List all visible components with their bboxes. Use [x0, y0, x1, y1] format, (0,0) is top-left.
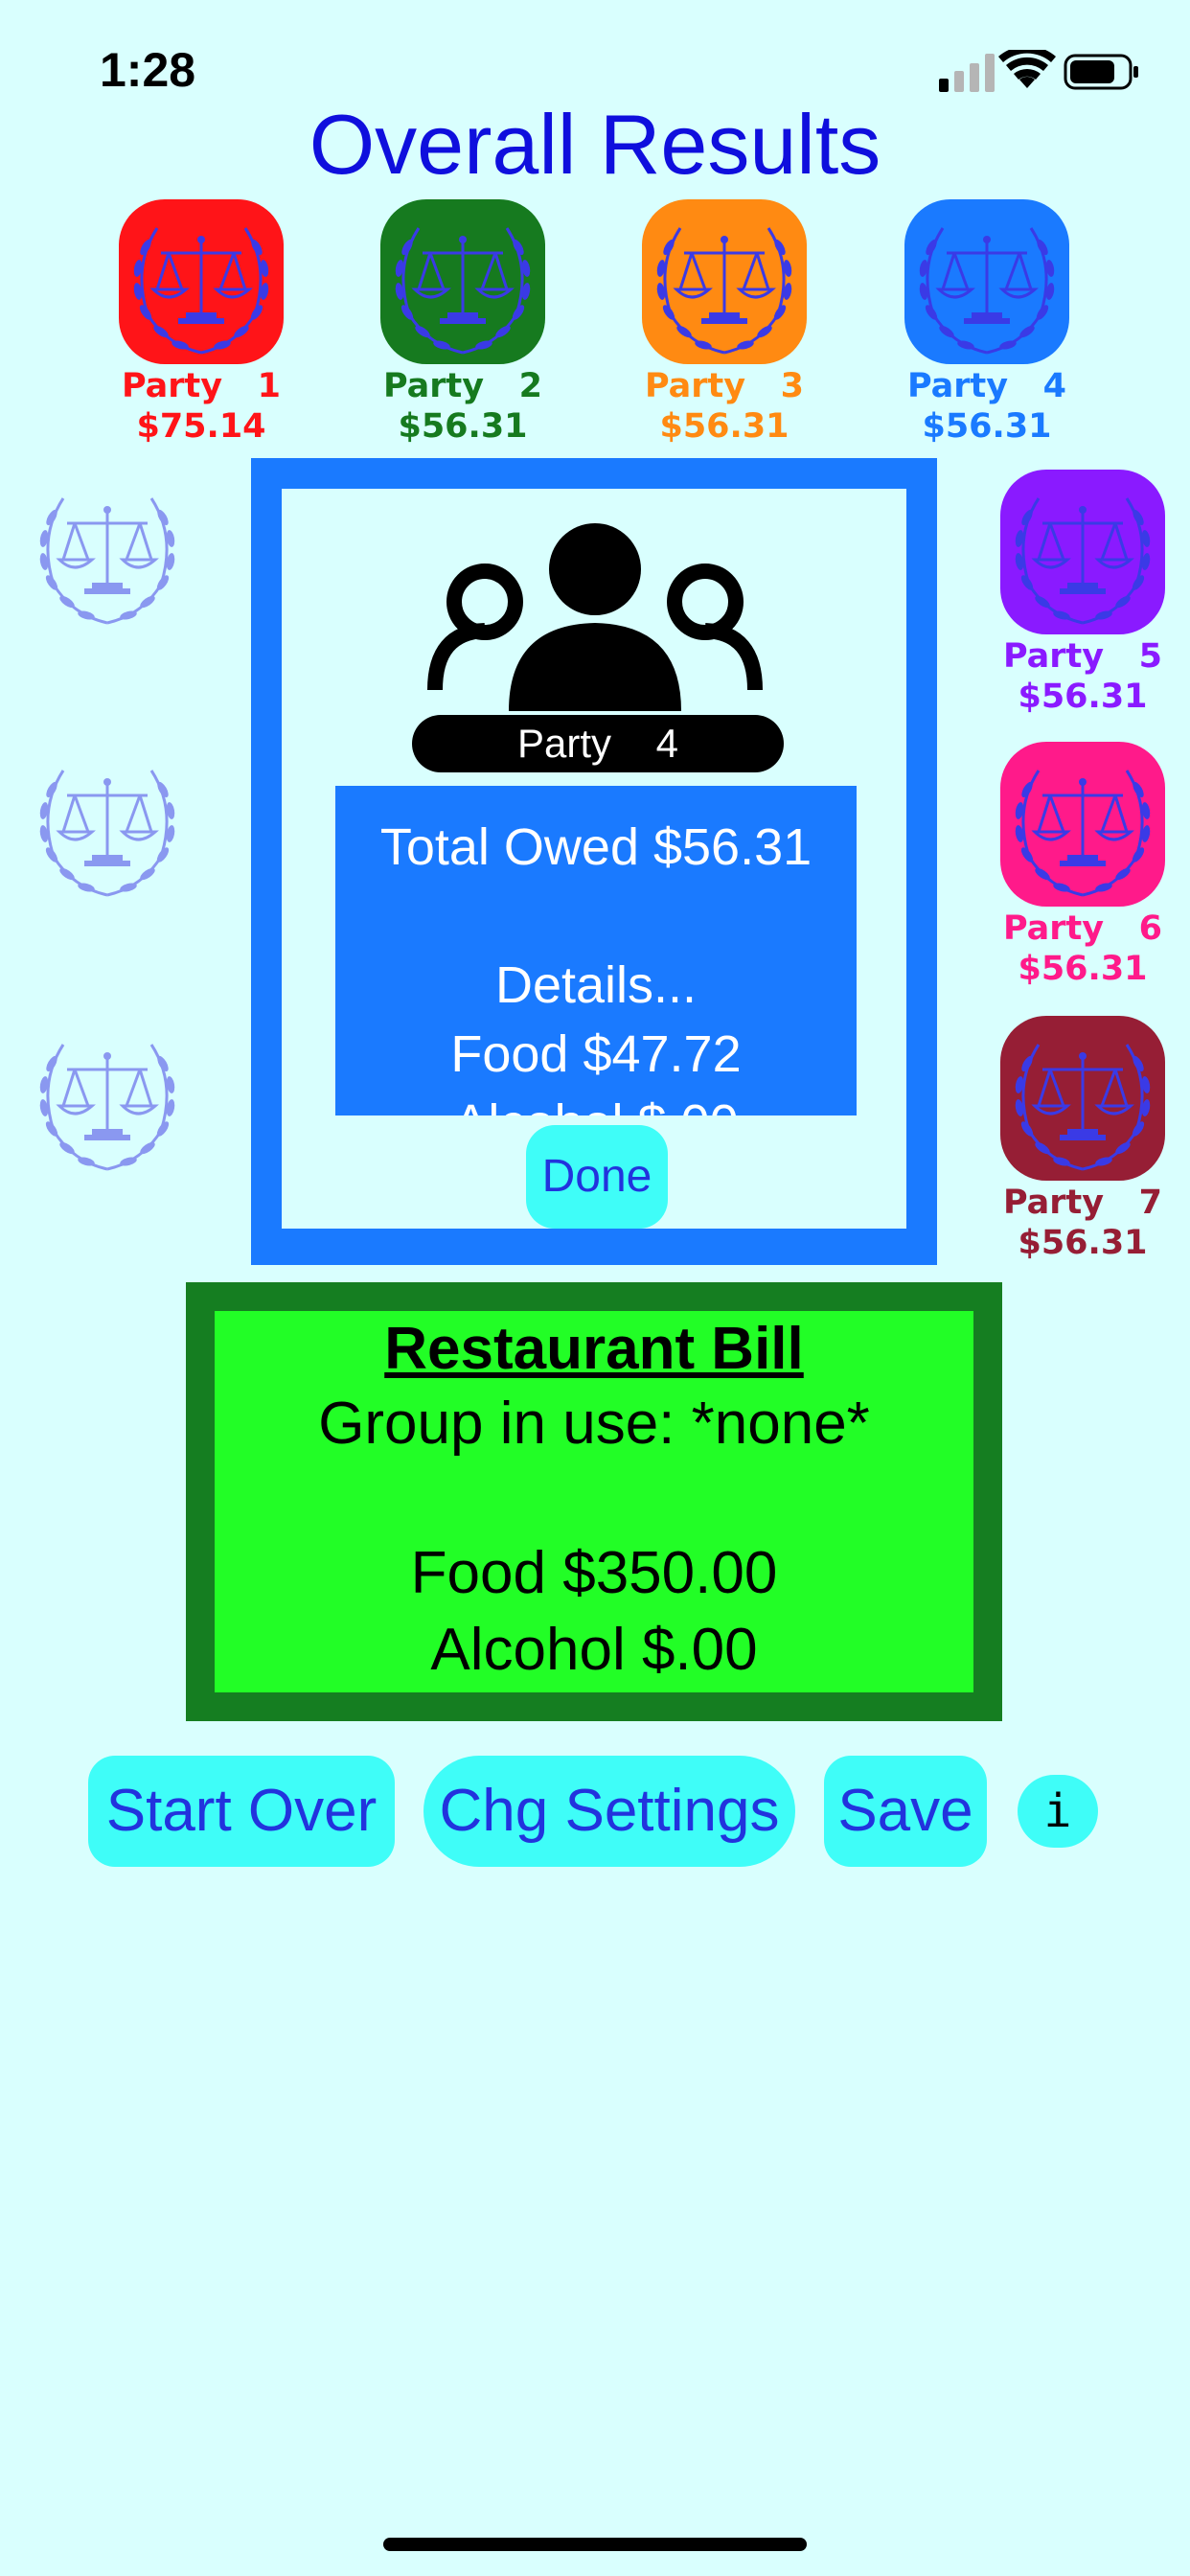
scales-icon: [1000, 742, 1165, 907]
status-time: 1:28: [100, 43, 196, 97]
scales-icon: [380, 199, 545, 364]
party-amount: $56.31: [659, 407, 790, 446]
bill-alcohol: Alcohol $.00: [430, 1617, 758, 1683]
party-5[interactable]: Party 5 $56.31: [977, 470, 1188, 717]
total-owed: Total Owed $56.31: [379, 818, 812, 876]
home-indicator[interactable]: [383, 2538, 807, 2551]
party-3[interactable]: Party 3 $56.31: [619, 199, 830, 447]
wifi-icon: [998, 45, 1056, 88]
empty-party-slot[interactable]: [2, 470, 213, 634]
party-name: Party 6: [1002, 909, 1163, 948]
party-amount: $75.14: [136, 407, 266, 446]
party-name: Party 1: [121, 367, 282, 405]
scales-icon: [25, 1016, 190, 1181]
party-4[interactable]: Party 4 $56.31: [881, 199, 1092, 447]
restaurant-bill-panel: Restaurant Bill Group in use: *none* Foo…: [186, 1282, 1002, 1721]
party-7[interactable]: Party 7 $56.31: [977, 1016, 1188, 1263]
scales-icon: [1000, 1016, 1165, 1181]
details-scroll-area[interactable]: Total Owed $56.31 Details... Food $47.72…: [335, 786, 857, 1116]
page-title: Overall Results: [309, 97, 881, 192]
group-in-use: Group in use: *none*: [318, 1391, 870, 1457]
chg-settings-button[interactable]: Chg Settings: [423, 1756, 795, 1867]
selected-party-label: Party 4: [412, 715, 784, 772]
party-name: Party 2: [382, 367, 543, 405]
group-people-icon: [427, 519, 763, 711]
food-detail: Food $47.72: [450, 1025, 742, 1083]
scales-icon: [25, 742, 190, 907]
save-button[interactable]: Save: [824, 1756, 987, 1867]
battery-icon: [1064, 54, 1138, 90]
cellular-signal-icon: [939, 54, 995, 92]
party-6[interactable]: Party 6 $56.31: [977, 742, 1188, 989]
info-button[interactable]: i: [1018, 1775, 1098, 1848]
scales-icon: [25, 470, 190, 634]
party-name: Party 7: [1002, 1184, 1163, 1222]
party-amount: $56.31: [1018, 678, 1148, 716]
scales-icon: [1000, 470, 1165, 634]
bill-food: Food $350.00: [410, 1540, 778, 1606]
empty-party-slot[interactable]: [2, 1016, 213, 1181]
alcohol-detail: Alcohol $.00: [335, 1089, 857, 1116]
scales-icon: [119, 199, 284, 364]
empty-party-slot[interactable]: [2, 742, 213, 907]
restaurant-bill-content: Restaurant Bill Group in use: *none* Foo…: [215, 1311, 973, 1692]
party-amount: $56.31: [922, 407, 1052, 446]
party-1[interactable]: Party 1 $75.14: [96, 199, 307, 447]
party-detail-modal: Party 4 Total Owed $56.31 Details... Foo…: [251, 458, 937, 1265]
party-2[interactable]: Party 2 $56.31: [357, 199, 568, 447]
modal-content: Party 4 Total Owed $56.31 Details... Foo…: [282, 489, 906, 1229]
scales-icon: [642, 199, 807, 364]
details-heading: Details...: [494, 956, 698, 1014]
bill-title: Restaurant Bill: [384, 1316, 804, 1382]
start-over-button[interactable]: Start Over: [88, 1756, 395, 1867]
scales-icon: [904, 199, 1069, 364]
party-amount: $56.31: [1018, 1224, 1148, 1262]
done-button[interactable]: Done: [526, 1125, 668, 1229]
party-name: Party 3: [644, 367, 805, 405]
party-amount: $56.31: [398, 407, 528, 446]
party-name: Party 5: [1002, 637, 1163, 676]
party-amount: $56.31: [1018, 950, 1148, 988]
party-name: Party 4: [906, 367, 1067, 405]
status-icons: [931, 45, 1142, 94]
